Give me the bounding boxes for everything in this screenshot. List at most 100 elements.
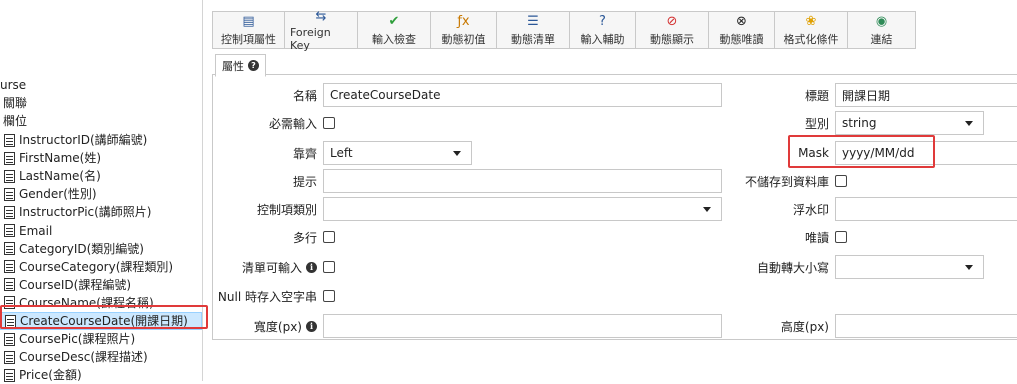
multiline-checkbox[interactable]	[323, 231, 335, 243]
tree-item-field[interactable]: CourseDesc(課程描述)	[0, 348, 148, 366]
title-label: 標題	[804, 88, 829, 103]
tree-item-field[interactable]: InstructorID(講師編號)	[0, 131, 147, 149]
input-validation-button[interactable]: ✔ 輸入檢查	[358, 12, 431, 48]
readonly-checkbox[interactable]	[835, 231, 847, 243]
hint-input[interactable]	[323, 169, 722, 193]
input-assist-button[interactable]: ? 輸入輔助	[570, 12, 636, 48]
watermark-label: 浮水印	[792, 202, 829, 217]
tree-item-field[interactable]: CourseCategory(課程類別)	[0, 258, 173, 276]
readonly-label: 唯讀	[804, 230, 829, 245]
tab-properties-label: 屬性	[222, 59, 244, 73]
toolbar-button-label: 連結	[870, 32, 893, 46]
tree-item-label: CoursePic(課程照片)	[19, 332, 136, 347]
hidden-eye-icon: ⊘	[666, 13, 678, 29]
tree-node-relations[interactable]: 關聯	[3, 94, 27, 112]
document-icon	[4, 169, 15, 183]
required-checkbox[interactable]	[323, 117, 335, 129]
function-icon: ƒx	[457, 13, 470, 29]
dynamic-readonly-button[interactable]: ⊗ 動態唯讀	[709, 12, 775, 48]
name-label: 名稱	[292, 88, 317, 103]
document-icon	[4, 242, 15, 256]
null-empty-label: Null 時存入空字串	[217, 289, 317, 304]
height-label: 高度(px)	[780, 319, 829, 334]
autocase-select[interactable]	[835, 255, 984, 279]
palette-icon: ❀	[805, 13, 817, 29]
tree-item-field[interactable]: Email	[0, 222, 52, 240]
chevron-down-icon	[965, 121, 973, 126]
highlight-mask-field	[788, 135, 935, 168]
toolbar-button-label: 格式化條件	[783, 32, 839, 46]
tree-item-label: CourseCategory(課程類別)	[19, 259, 174, 274]
tree-item-field[interactable]: CoursePic(課程照片)	[0, 330, 135, 348]
document-icon	[4, 368, 15, 382]
dynamic-display-button[interactable]: ⊘ 動態顯示	[636, 12, 709, 48]
control-type-select[interactable]	[323, 197, 722, 221]
tree-item-field[interactable]: FirstName(姓)	[0, 149, 101, 167]
foreign-key-icon: ⇆	[315, 8, 327, 24]
tree-item-field[interactable]: Gender(性別)	[0, 185, 97, 203]
toolbar: ▤ 控制項屬性 ⇆ Foreign Key ✔ 輸入檢查 ƒx 動態初值 ☰ 動態清單? 輸入輔助 ⊘…	[212, 8, 916, 52]
document-icon	[4, 205, 15, 219]
align-select-value: Left	[330, 146, 353, 160]
tree-item-label: InstructorPic(講師照片)	[19, 205, 152, 220]
link-button[interactable]: ◉ 連結	[848, 12, 915, 48]
null-empty-checkbox[interactable]	[323, 290, 335, 302]
format-condition-button[interactable]: ❀ 格式化條件	[775, 12, 848, 48]
tree-item-label: Gender(性別)	[19, 187, 97, 202]
tree-item-label: CourseDesc(課程描述)	[19, 350, 148, 365]
multiline-label: 多行	[292, 230, 317, 245]
tree-node-course[interactable]: urse	[0, 76, 26, 94]
readonly-icon: ⊗	[736, 13, 747, 29]
info-icon[interactable]: i	[306, 320, 317, 332]
foreign-key-button[interactable]: ⇆ Foreign Key	[285, 8, 358, 52]
tree-item-field[interactable]: CategoryID(類別編號)	[0, 240, 144, 258]
dynamic-default-button[interactable]: ƒx 動態初值	[431, 12, 497, 48]
highlight-selected-field	[0, 305, 208, 329]
type-label: 型別	[804, 116, 829, 131]
toolbar-button-label: 動態清單	[511, 32, 555, 46]
tree-node-fields[interactable]: 欄位	[3, 112, 27, 130]
title-input[interactable]: 開課日期	[835, 83, 1017, 107]
width-input[interactable]	[323, 314, 722, 338]
document-icon	[4, 332, 15, 346]
tree-item-field[interactable]: CourseID(課程編號)	[0, 276, 131, 294]
tab-properties[interactable]: 屬性 ?	[215, 54, 266, 77]
tree-item-field[interactable]: LastName(名)	[0, 167, 101, 185]
document-icon	[4, 260, 15, 274]
document-icon	[4, 350, 15, 364]
document-icon	[4, 151, 15, 165]
chevron-down-icon	[965, 265, 973, 270]
height-input[interactable]	[835, 314, 1017, 338]
nosave-label: 不儲存到資料庫	[744, 174, 829, 189]
help-icon: ?	[599, 13, 606, 29]
toolbar-button-label: 動態唯讀	[719, 32, 764, 46]
list-input-checkbox[interactable]	[323, 261, 335, 273]
align-select[interactable]: Left	[323, 141, 472, 165]
document-icon	[4, 278, 15, 292]
toolbar-button-label: Foreign Key	[290, 25, 331, 52]
toolbar-button-label: 輸入輔助	[580, 32, 625, 46]
autocase-label: 自動轉大小寫	[756, 260, 829, 275]
tree-item-label: LastName(名)	[19, 169, 101, 184]
document-icon	[4, 224, 15, 237]
type-select[interactable]: string	[835, 111, 984, 135]
tree-item-label: CategoryID(類別編號)	[19, 241, 144, 256]
tree-item-label: FirstName(姓)	[19, 151, 102, 166]
control-properties-button[interactable]: ▤ 控制項屬性	[213, 12, 285, 48]
toolbar-button-label: 輸入檢查	[372, 32, 416, 46]
tree-item-field[interactable]: InstructorPic(講師照片)	[0, 203, 152, 221]
tree-item-label: InstructorID(講師編號)	[19, 133, 148, 147]
list-input-label: 清單可輸入 i	[213, 255, 317, 279]
info-icon[interactable]: i	[306, 261, 317, 273]
watermark-input[interactable]	[835, 197, 1017, 221]
type-select-value: string	[842, 116, 877, 130]
tree-item-field[interactable]: Price(金額)	[0, 366, 82, 384]
globe-icon: ◉	[875, 13, 888, 29]
nosave-checkbox[interactable]	[835, 175, 847, 187]
tree-item-label: Email	[19, 223, 53, 238]
help-icon[interactable]: ?	[248, 60, 259, 71]
tree-item-label: CourseID(課程編號)	[19, 277, 132, 292]
properties-panel: 名稱 CreateCourseDate 標題 開課日期 必需輸入 型別 stri…	[212, 74, 1017, 340]
dynamic-list-button[interactable]: ☰ 動態清單	[497, 12, 570, 48]
name-input[interactable]: CreateCourseDate	[323, 83, 722, 107]
